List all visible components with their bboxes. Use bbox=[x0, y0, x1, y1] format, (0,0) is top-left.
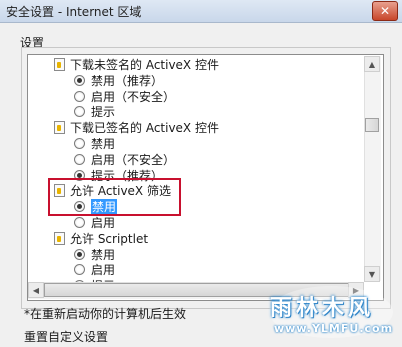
scroll-down-arrow-icon[interactable]: ▼ bbox=[364, 266, 380, 282]
setting-group-label: 下载已签名的 ActiveX 控件 bbox=[70, 121, 219, 136]
scroll-left-arrow-icon[interactable]: ◀ bbox=[28, 282, 44, 298]
setting-option[interactable]: 提示 bbox=[28, 104, 363, 120]
vertical-scrollbar[interactable] bbox=[364, 56, 381, 281]
setting-option-label[interactable]: 禁用 bbox=[91, 247, 115, 263]
setting-option-label[interactable]: 禁用（推荐） bbox=[91, 73, 163, 89]
setting-group-header: 下载未签名的 ActiveX 控件 bbox=[28, 57, 363, 73]
title-bar: 安全设置 - Internet 区域 ✕ bbox=[0, 0, 402, 23]
setting-option[interactable]: 禁用（推荐） bbox=[28, 73, 363, 89]
setting-group-header: 下载已签名的 ActiveX 控件 bbox=[28, 120, 363, 136]
setting-option[interactable]: 启用（不安全） bbox=[28, 152, 363, 168]
setting-option[interactable]: 禁用 bbox=[28, 136, 363, 152]
setting-option-label[interactable]: 启用（不安全） bbox=[91, 89, 175, 105]
radio-checked-icon[interactable] bbox=[74, 74, 85, 86]
radio-unchecked-icon[interactable] bbox=[74, 153, 85, 165]
setting-group-label: 下载未签名的 ActiveX 控件 bbox=[70, 58, 219, 72]
setting-group-header: 允许 Scriptlet bbox=[28, 231, 363, 247]
radio-unchecked-icon[interactable] bbox=[74, 90, 85, 102]
setting-document-icon bbox=[54, 231, 65, 245]
radio-checked-icon[interactable] bbox=[74, 248, 85, 260]
setting-option-label[interactable]: 启用 bbox=[91, 215, 115, 231]
setting-group-label: 允许 Scriptlet bbox=[70, 231, 149, 246]
setting-document-icon bbox=[54, 121, 65, 135]
highlight-annotation-box bbox=[48, 178, 181, 216]
vertical-scroll-thumb[interactable] bbox=[365, 118, 379, 132]
setting-option-label[interactable]: 启用（不安全） bbox=[91, 152, 175, 168]
setting-option[interactable]: 禁用 bbox=[28, 247, 363, 263]
setting-option-label[interactable]: 禁用 bbox=[91, 136, 115, 152]
setting-option-label[interactable]: 启用 bbox=[91, 262, 115, 278]
radio-unchecked-icon[interactable] bbox=[74, 217, 85, 228]
radio-unchecked-icon[interactable] bbox=[74, 138, 85, 149]
setting-option-label[interactable]: 提示 bbox=[91, 104, 115, 120]
reset-custom-settings-label: 重置自定义设置 bbox=[24, 330, 109, 344]
restart-footnote: *在重新启动你的计算机后生效 bbox=[24, 307, 187, 321]
setting-document-icon bbox=[54, 58, 65, 71]
setting-option[interactable]: 启用（不安全） bbox=[28, 89, 363, 105]
window-title: 安全设置 - Internet 区域 bbox=[6, 5, 142, 19]
setting-option[interactable]: 启用 bbox=[28, 262, 363, 278]
setting-option[interactable]: 启用 bbox=[28, 215, 363, 231]
watermark-url: www.YLMFU.com bbox=[274, 322, 394, 335]
radio-unchecked-icon[interactable] bbox=[74, 264, 85, 276]
watermark-text: 雨林木风 bbox=[270, 296, 375, 321]
close-button[interactable]: ✕ bbox=[372, 1, 398, 21]
scroll-up-arrow-icon[interactable]: ▲ bbox=[364, 56, 380, 72]
radio-unchecked-icon[interactable] bbox=[74, 106, 85, 118]
